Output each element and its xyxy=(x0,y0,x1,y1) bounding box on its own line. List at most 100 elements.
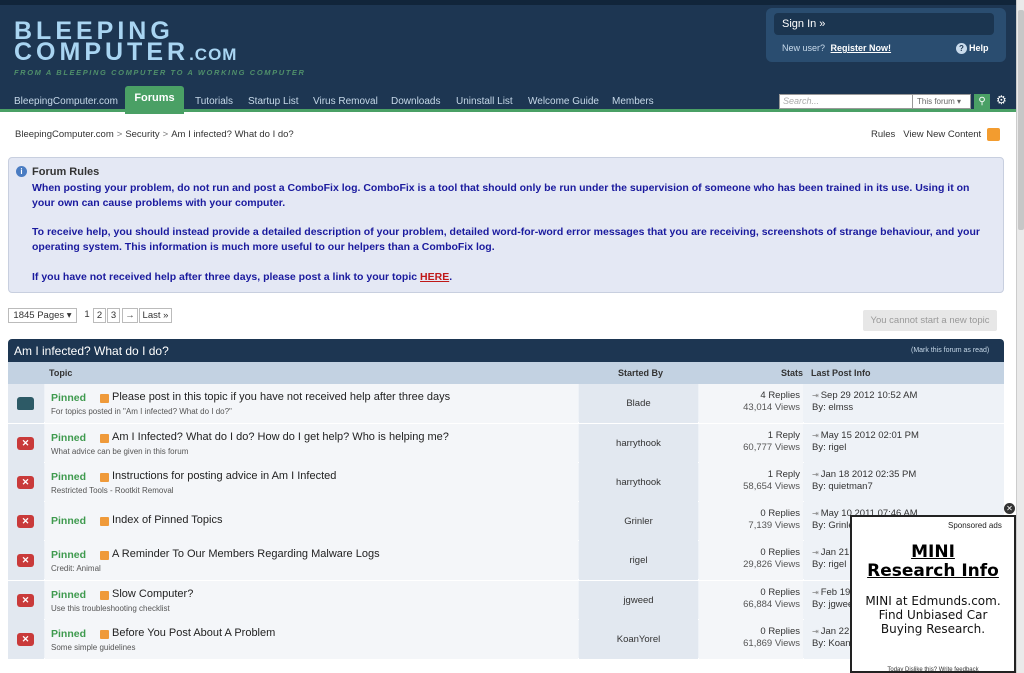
topic-starter[interactable]: Grinler xyxy=(579,502,698,541)
view-count: 7,139 Views xyxy=(748,520,800,531)
last-post-arrow-icon[interactable]: ⇥ xyxy=(812,548,819,557)
topic-stats: 0 Replies 61,869 Views xyxy=(699,620,803,659)
topic-preview-icon[interactable] xyxy=(100,473,109,482)
topic-title-link[interactable]: Index of Pinned Topics xyxy=(112,514,222,526)
topic-closed-icon: ✕ xyxy=(17,476,34,489)
nav-downloads[interactable]: Downloads xyxy=(391,96,440,107)
topic-title-link[interactable]: A Reminder To Our Members Regarding Malw… xyxy=(112,548,380,560)
last-post-date[interactable]: Jan 18 2012 02:35 PM xyxy=(821,469,917,480)
breadcrumb: BleepingComputer.com > Security > Am I infec… xyxy=(15,129,294,140)
register-link[interactable]: Register Now! xyxy=(831,43,892,53)
site-logo[interactable]: BLEEPING COMPUTER.COM FROM A BLEEPING CO… xyxy=(14,19,306,78)
last-post-author[interactable]: By: rigel xyxy=(812,442,1004,454)
last-post-author[interactable]: By: quietman7 xyxy=(812,481,1004,493)
view-count: 60,777 Views xyxy=(743,442,800,453)
nav-startup-list[interactable]: Startup List xyxy=(248,96,299,107)
topic-closed-icon: ✕ xyxy=(17,594,34,607)
topic-description: For topics posted in "Am I infected? Wha… xyxy=(51,407,232,416)
nav-members[interactable]: Members xyxy=(612,96,654,107)
search-button[interactable]: ⚲ xyxy=(974,94,990,109)
topic-starter[interactable]: harrythook xyxy=(579,424,698,463)
last-post-arrow-icon[interactable]: ⇥ xyxy=(812,391,819,400)
column-header: Topic Started By Stats Last Post Info xyxy=(8,362,1004,384)
breadcrumb-security[interactable]: Security xyxy=(125,129,159,140)
rules-link[interactable]: Rules xyxy=(871,129,895,140)
col-stats[interactable]: Stats xyxy=(781,368,803,378)
col-topic[interactable]: Topic xyxy=(49,368,72,378)
topic-title-link[interactable]: Instructions for posting advice in Am I … xyxy=(112,470,336,482)
nav-bleepingcomputer[interactable]: BleepingComputer.com xyxy=(14,96,118,107)
topic-description: Some simple guidelines xyxy=(51,643,136,652)
last-post-info: ⇥ Sep 29 2012 10:52 AM By: elmss xyxy=(804,384,1004,423)
topic-preview-icon[interactable] xyxy=(100,551,109,560)
page-scrollbar[interactable] xyxy=(1016,0,1024,673)
col-started-by[interactable]: Started By xyxy=(618,368,663,378)
last-post-date[interactable]: Jan 22 xyxy=(821,626,850,637)
topic-stats: 1 Reply 58,654 Views xyxy=(699,463,803,502)
breadcrumb-current[interactable]: Am I infected? What do I do? xyxy=(171,129,294,140)
nav-tutorials[interactable]: Tutorials xyxy=(195,96,233,107)
topic-starter[interactable]: KoanYorel xyxy=(579,620,698,659)
last-page[interactable]: Last » xyxy=(139,308,172,323)
nav-uninstall-list[interactable]: Uninstall List xyxy=(456,96,513,107)
nav-virus-removal[interactable]: Virus Removal xyxy=(313,96,378,107)
last-post-date[interactable]: Jan 21 xyxy=(821,547,850,558)
sign-in-button[interactable]: Sign In » xyxy=(774,13,994,35)
topic-title-link[interactable]: Slow Computer? xyxy=(112,588,193,600)
topic-closed-icon: ✕ xyxy=(17,633,34,646)
topic-row[interactable]: Pinned Please post in this topic if you h… xyxy=(8,384,1004,423)
scrollbar-thumb[interactable] xyxy=(1018,10,1024,230)
view-new-content-link[interactable]: View New Content xyxy=(903,129,981,140)
pinned-badge: Pinned xyxy=(51,432,87,444)
forum-rules-title: Forum Rules xyxy=(32,166,100,178)
topic-preview-icon[interactable] xyxy=(100,394,109,403)
last-post-arrow-icon[interactable]: ⇥ xyxy=(812,431,819,440)
forum-header: Am I infected? What do I do? (Mark this … xyxy=(8,339,1004,362)
help-link[interactable]: ? Help xyxy=(956,43,989,54)
topic-starter[interactable]: harrythook xyxy=(579,463,698,502)
rss-icon[interactable] xyxy=(987,128,1000,141)
topic-starter[interactable]: jgweed xyxy=(579,581,698,620)
last-post-arrow-icon[interactable]: ⇥ xyxy=(812,470,819,479)
topic-preview-icon[interactable] xyxy=(100,434,109,443)
search-scope-select[interactable]: This forum ▾ xyxy=(912,94,971,109)
topic-row[interactable]: ✕ Pinned Am I Infected? What do I do? How … xyxy=(8,424,1004,463)
last-post-arrow-icon[interactable]: ⇥ xyxy=(812,509,819,518)
topic-title-link[interactable]: Please post in this topic if you have no… xyxy=(112,391,450,403)
topic-preview-icon[interactable] xyxy=(100,630,109,639)
here-link[interactable]: HERE xyxy=(420,271,449,283)
page-1: 1 xyxy=(81,308,93,323)
ad-headline[interactable]: MINI Research Info xyxy=(852,543,1014,581)
nav-welcome-guide[interactable]: Welcome Guide xyxy=(528,96,599,107)
topic-title-link[interactable]: Am I Infected? What do I do? How do I ge… xyxy=(112,431,449,443)
topic-preview-icon[interactable] xyxy=(100,591,109,600)
page-2[interactable]: 2 xyxy=(93,308,106,323)
pages-dropdown[interactable]: 1845 Pages ▾ xyxy=(8,308,77,323)
last-post-arrow-icon[interactable]: ⇥ xyxy=(812,627,819,636)
topic-starter[interactable]: rigel xyxy=(579,541,698,580)
last-post-date[interactable]: May 15 2012 02:01 PM xyxy=(821,430,919,441)
close-icon[interactable]: ✕ xyxy=(1004,503,1015,514)
last-post-author[interactable]: By: elmss xyxy=(812,402,1004,414)
breadcrumb-home[interactable]: BleepingComputer.com xyxy=(15,129,114,140)
start-topic-button: You cannot start a new topic xyxy=(863,310,997,331)
view-count: 58,654 Views xyxy=(743,481,800,492)
ad-footer: Today Dislike this? Write feedback xyxy=(887,667,979,673)
topic-title-link[interactable]: Before You Post About A Problem xyxy=(112,627,275,639)
view-count: 43,014 Views xyxy=(743,402,800,413)
topic-preview-icon[interactable] xyxy=(100,517,109,526)
sponsored-ad[interactable]: Sponsored ads MINI Research Info MINI at … xyxy=(850,515,1016,673)
reply-count: 0 Replies xyxy=(760,508,800,519)
last-post-arrow-icon[interactable]: ⇥ xyxy=(812,588,819,597)
next-page[interactable]: → xyxy=(122,308,138,323)
mark-read-link[interactable]: (Mark this forum as read) xyxy=(911,347,989,354)
topic-starter[interactable]: Blade xyxy=(579,384,698,423)
col-last-post[interactable]: Last Post Info xyxy=(811,368,871,378)
gear-icon[interactable]: ⚙ xyxy=(996,93,1007,107)
last-post-date[interactable]: Sep 29 2012 10:52 AM xyxy=(821,390,918,401)
topic-row[interactable]: ✕ Pinned Instructions for posting advice i… xyxy=(8,463,1004,502)
topic-stats: 0 Replies 66,884 Views xyxy=(699,581,803,620)
page-3[interactable]: 3 xyxy=(107,308,120,323)
last-post-date[interactable]: Feb 19 xyxy=(821,587,851,598)
topic-description: Credit: Animal xyxy=(51,564,101,573)
